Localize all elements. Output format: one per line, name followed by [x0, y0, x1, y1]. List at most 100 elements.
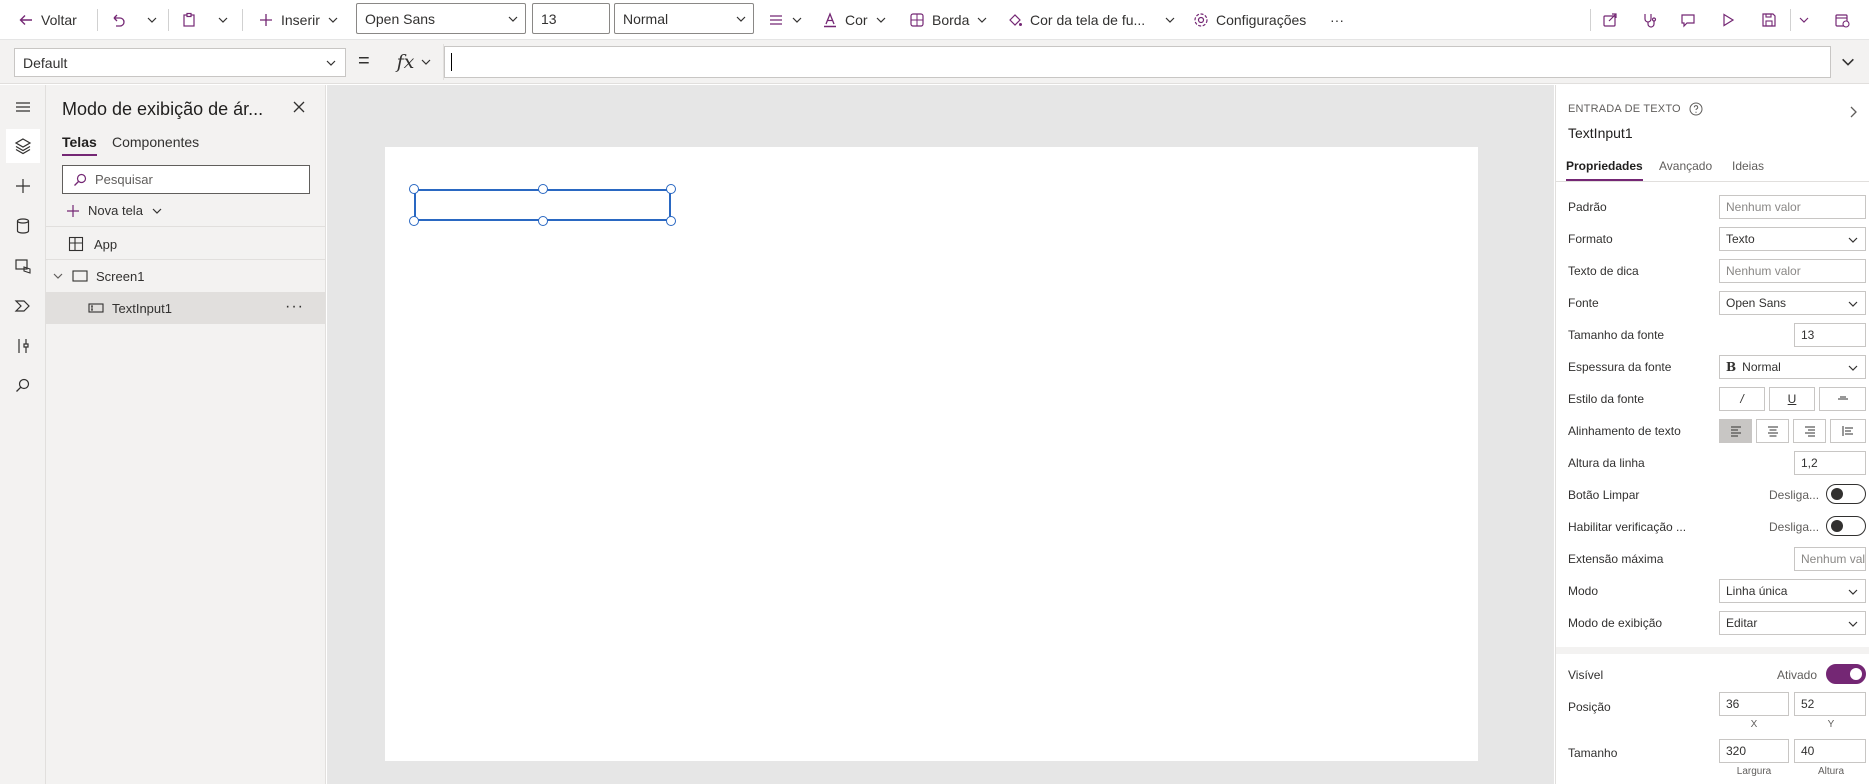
save-dropdown[interactable] — [1798, 4, 1810, 36]
default-input[interactable]: Nenhum valor — [1719, 195, 1866, 219]
font-weight-field[interactable]: B Normal — [1719, 355, 1866, 379]
display-mode-select[interactable]: Editar — [1719, 611, 1866, 635]
align-right-icon — [1803, 424, 1817, 438]
font-size-field[interactable]: 13 — [1794, 323, 1866, 347]
publish-icon — [1834, 12, 1850, 28]
media-button[interactable] — [6, 249, 40, 283]
font-weight-select[interactable]: Normal — [614, 3, 754, 34]
font-select[interactable]: Open Sans — [1719, 291, 1866, 315]
prop-label-visible: Visível — [1568, 668, 1604, 682]
tab-screens[interactable]: Telas — [62, 134, 97, 156]
clear-button-toggle[interactable] — [1826, 484, 1866, 504]
align-center-button[interactable] — [1756, 419, 1789, 443]
size-height-value: 40 — [1801, 744, 1815, 758]
tools-button[interactable] — [6, 329, 40, 363]
paste-button[interactable] — [181, 4, 197, 36]
align-left-button[interactable] — [1719, 419, 1752, 443]
fx-label: fx — [396, 51, 415, 73]
position-y-field[interactable]: 52 — [1794, 692, 1866, 716]
preview-button[interactable] — [1720, 4, 1736, 36]
resize-handle[interactable] — [666, 216, 676, 226]
comments-button[interactable] — [1680, 4, 1696, 36]
resize-handle[interactable] — [409, 216, 419, 226]
help-icon[interactable] — [1689, 102, 1703, 116]
size-width-field[interactable]: 320 — [1719, 739, 1789, 763]
tree-item-textinput1[interactable]: TextInput1 ··· — [46, 292, 326, 324]
menu-button[interactable] — [6, 90, 40, 124]
position-x-field[interactable]: 36 — [1719, 692, 1789, 716]
border-button[interactable]: Borda — [909, 4, 988, 36]
property-dropdown[interactable]: Default — [14, 48, 346, 77]
hint-text-input[interactable]: Nenhum valor — [1719, 259, 1866, 283]
data-button[interactable] — [6, 209, 40, 243]
publish-button[interactable] — [1834, 4, 1850, 36]
chevron-down-icon — [1164, 14, 1176, 26]
chevron-down-icon — [420, 56, 432, 68]
spellcheck-toggle[interactable] — [1826, 516, 1866, 536]
text-align-button[interactable] — [768, 4, 803, 36]
back-button[interactable]: Voltar — [18, 4, 77, 36]
tab-advanced[interactable]: Avançado — [1659, 159, 1712, 179]
fill-color-button[interactable]: Cor da tela de fu... — [1007, 4, 1145, 36]
resize-handle[interactable] — [409, 184, 419, 194]
prop-label-line-height: Altura da linha — [1568, 456, 1645, 470]
size-height-field[interactable]: 40 — [1794, 739, 1866, 763]
close-panel-button[interactable] — [292, 100, 306, 114]
align-justify-button[interactable] — [1830, 419, 1866, 443]
settings-button[interactable]: Configurações — [1193, 4, 1306, 36]
new-screen-button[interactable]: Nova tela — [66, 203, 163, 218]
paste-dropdown[interactable] — [217, 4, 229, 36]
mode-select[interactable]: Linha única — [1719, 579, 1866, 603]
tree-item-app[interactable]: App — [46, 228, 326, 260]
undo-button[interactable] — [110, 4, 126, 36]
font-weight-value: Normal — [623, 10, 669, 27]
more-button[interactable]: ··· — [1330, 4, 1344, 36]
resize-handle[interactable] — [538, 184, 548, 194]
chevron-down-icon — [1847, 618, 1859, 630]
fx-button[interactable]: fx — [386, 44, 444, 80]
underline-button[interactable]: U — [1769, 387, 1815, 411]
undo-dropdown[interactable] — [146, 4, 158, 36]
canvas-screen[interactable] — [385, 147, 1478, 761]
share-button[interactable] — [1602, 4, 1618, 36]
strikethrough-button[interactable] — [1819, 387, 1866, 411]
flow-icon — [14, 297, 32, 315]
color-button[interactable]: Cor — [822, 4, 887, 36]
more-options-button[interactable]: ··· — [285, 298, 304, 316]
tree-item-screen1[interactable]: Screen1 — [46, 260, 326, 292]
search-rail-button[interactable] — [6, 369, 40, 403]
chevron-down-icon — [976, 14, 988, 26]
max-length-field[interactable]: Nenhum val — [1794, 547, 1866, 571]
chevron-down-icon — [507, 13, 519, 25]
tree-search-input[interactable]: Pesquisar — [62, 165, 310, 194]
collapse-panel-button[interactable] — [1846, 105, 1860, 119]
fill-color-dropdown[interactable] — [1164, 4, 1176, 36]
formula-input[interactable] — [444, 46, 1831, 78]
tab-properties[interactable]: Propriedades — [1566, 159, 1643, 181]
tree-view-button[interactable] — [6, 129, 40, 163]
formula-expand-button[interactable] — [1840, 54, 1856, 70]
resize-handle[interactable] — [538, 216, 548, 226]
italic-button[interactable]: / — [1719, 387, 1765, 411]
selected-text-input-control[interactable] — [409, 184, 676, 226]
toggle-knob — [1850, 668, 1862, 680]
chevron-down-icon — [217, 14, 229, 26]
line-height-field[interactable]: 1,2 — [1794, 451, 1866, 475]
format-select[interactable]: Texto — [1719, 227, 1866, 251]
insert-rail-button[interactable] — [6, 169, 40, 203]
prop-label-format: Formato — [1568, 232, 1613, 246]
align-right-button[interactable] — [1793, 419, 1826, 443]
tab-components[interactable]: Componentes — [112, 134, 199, 154]
font-size-input[interactable]: 13 — [532, 3, 610, 34]
insert-button[interactable]: Inserir — [258, 4, 339, 36]
separator — [168, 9, 169, 31]
power-automate-button[interactable] — [6, 289, 40, 323]
tab-ideas[interactable]: Ideias — [1732, 159, 1764, 179]
font-family-select[interactable]: Open Sans — [356, 3, 526, 34]
font-color-icon — [822, 12, 838, 28]
placeholder-text: Nenhum val — [1801, 552, 1866, 566]
app-checker-button[interactable] — [1641, 4, 1657, 36]
resize-handle[interactable] — [666, 184, 676, 194]
visible-toggle[interactable] — [1826, 664, 1866, 684]
save-button[interactable] — [1761, 4, 1777, 36]
